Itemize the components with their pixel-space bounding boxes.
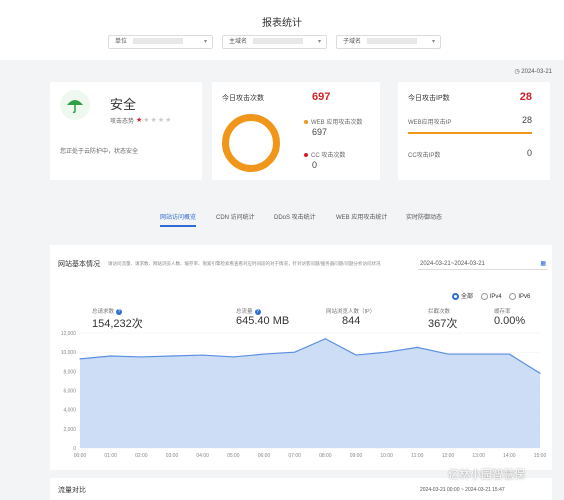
x-tick-label: 11:00 <box>411 453 423 459</box>
x-tick-label: 02:00 <box>135 453 148 459</box>
domain-filter[interactable]: 主域名 ▾ <box>222 35 327 49</box>
attack-ip-title: 今日攻击IP数 <box>408 95 450 102</box>
x-tick-label: 14:00 <box>503 453 516 459</box>
data-point <box>416 346 418 348</box>
x-tick-label: 10:00 <box>380 453 393 459</box>
tab-cdn[interactable]: CDN 访问统计 <box>216 212 255 221</box>
subdomain-filter-label: 子域名 <box>343 39 362 45</box>
page-title: 报表统计 <box>262 18 302 29</box>
data-point <box>263 353 265 355</box>
request-area-chart: 0 2,000 4,000 6,000 8,000 10,000 12,000 00:00 01… <box>61 331 547 459</box>
current-date: ◷ 2024-03-21 <box>514 69 552 75</box>
traffic-date[interactable]: 2024-03-21 00:00 ~ 2024-03-21 15:47 <box>420 487 505 493</box>
data-point <box>355 354 357 356</box>
attack-count-title: 今日攻击次数 <box>222 95 264 102</box>
x-tick-label: 00:00 <box>74 453 87 459</box>
web-attack-ip-value: 28 <box>521 115 532 125</box>
attack-count-card: 今日攻击次数 697 WEB 应用攻击次数 697 CC 攻击次数 0 <box>212 82 380 180</box>
web-attack-ip-label: WEB应用攻击IP <box>408 120 452 126</box>
watermark: 亿林小园智慧保 <box>448 469 525 481</box>
attack-donut <box>222 114 280 172</box>
data-point <box>110 355 112 357</box>
data-point <box>508 353 510 355</box>
attack-ip-total: 28 <box>519 91 532 103</box>
data-point <box>324 338 326 340</box>
data-point <box>447 353 449 355</box>
x-tick-label: 09:00 <box>350 453 363 459</box>
x-tick-label: 08:00 <box>319 453 332 459</box>
web-attack-ip-bar <box>408 132 532 134</box>
chevron-down-icon: ▾ <box>203 39 207 45</box>
site-overview-panel: 网站基本情况 请访问流量、请求数、网站浏览人数、缓存率、限索引擎检索看查看对应时… <box>50 245 552 470</box>
x-tick-label: 07:00 <box>288 453 301 459</box>
y-tick-label: 0 <box>73 446 76 452</box>
data-point <box>171 355 173 357</box>
unit-filter[interactable]: 单位 ▾ <box>108 35 213 49</box>
x-tick-label: 04:00 <box>196 453 209 459</box>
x-tick-label: 05:00 <box>227 453 240 459</box>
traffic-title: 流量对比 <box>58 487 86 494</box>
unit-filter-label: 单位 <box>115 39 128 45</box>
data-point <box>539 372 541 374</box>
tab-realtime[interactable]: 实时防御动态 <box>406 212 442 221</box>
y-tick-label: 2,000 <box>63 427 76 433</box>
data-point <box>202 354 204 356</box>
y-tick-label: 10,000 <box>61 350 77 356</box>
report-tabs: 网站访问概览 CDN 访问统计 DDoS 攻击统计 WEB 应用攻击统计 实时防… <box>50 208 550 230</box>
traffic-compare-panel: 流量对比 2024-03-21 00:00 ~ 2024-03-21 15:47… <box>50 469 552 500</box>
attack-ip-card: 今日攻击IP数 28 WEB应用攻击IP 28 CC攻击IP数 0 <box>398 82 550 180</box>
x-tick-label: 06:00 <box>258 453 271 459</box>
x-tick-label: 03:00 <box>166 453 179 459</box>
security-status: 安全 <box>110 97 137 112</box>
subdomain-filter[interactable]: 子域名 ▾ <box>336 35 441 49</box>
chevron-down-icon: ▾ <box>317 39 321 45</box>
tab-site-overview[interactable]: 网站访问概览 <box>160 212 197 227</box>
security-card: 安全 攻击态势 ★★★★★ 您正处于云防护中，状态安全 <box>50 82 202 180</box>
x-tick-label: 12:00 <box>442 453 455 459</box>
y-tick-label: 12,000 <box>61 331 77 337</box>
tab-web-attack[interactable]: WEB 应用攻击统计 <box>336 212 387 221</box>
security-desc: 您正处于云防护中，状态安全 <box>60 149 139 155</box>
tab-ddos[interactable]: DDoS 攻击统计 <box>274 212 316 221</box>
x-tick-label: 01:00 <box>104 453 117 459</box>
y-tick-label: 6,000 <box>63 389 76 395</box>
web-attack-value: 697 <box>312 127 328 137</box>
area-fill <box>80 338 540 448</box>
attack-trend-label: 攻击态势 <box>110 119 135 125</box>
rating-stars: ★★★★★ <box>136 117 173 124</box>
cc-attack-ip-label: CC攻击IP数 <box>408 153 441 159</box>
data-point <box>140 356 142 358</box>
umbrella-icon <box>60 90 90 120</box>
cc-attack-value: 0 <box>312 160 318 170</box>
chevron-down-icon: ▾ <box>431 39 435 45</box>
domain-filter-label: 主域名 <box>229 39 248 45</box>
attack-count-total: 697 <box>312 91 331 103</box>
cc-attack-ip-value: 0 <box>526 148 532 158</box>
top-bar: 报表统计 单位 ▾ 主域名 ▾ 子域名 ▾ <box>0 0 564 60</box>
data-point <box>79 358 81 360</box>
x-tick-label: 15:00 <box>534 453 547 459</box>
x-tick-label: 13:00 <box>472 453 485 459</box>
y-tick-label: 8,000 <box>63 369 76 375</box>
data-point <box>478 353 480 355</box>
data-point <box>232 356 234 358</box>
data-point <box>386 351 388 353</box>
y-tick-label: 4,000 <box>63 408 76 414</box>
data-point <box>294 351 296 353</box>
